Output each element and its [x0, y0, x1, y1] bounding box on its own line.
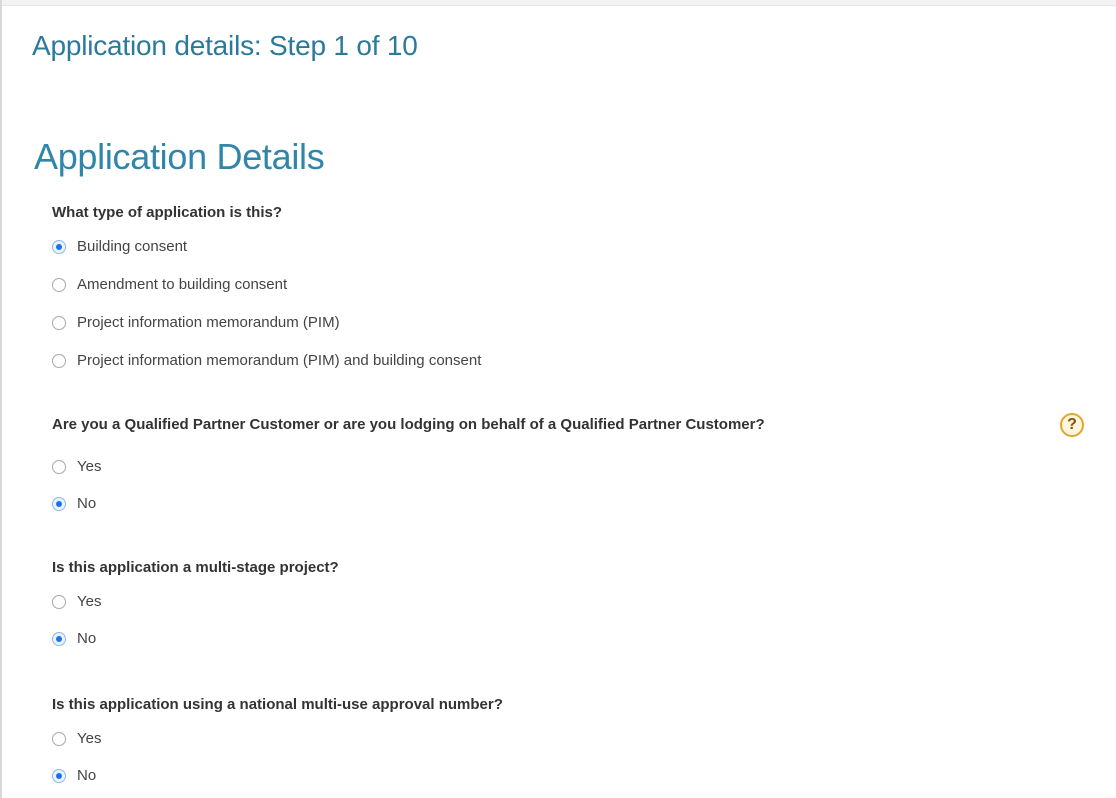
radio-icon[interactable]	[52, 277, 66, 292]
option-label: No	[77, 495, 97, 512]
option-label: No	[77, 630, 97, 647]
radio-icon[interactable]	[52, 239, 66, 254]
help-question-icon[interactable]: ?	[1060, 413, 1084, 437]
option-multi-stage-no[interactable]: No	[52, 630, 96, 647]
option-pim-and-building-consent[interactable]: Project information memorandum (PIM) and…	[52, 352, 481, 369]
option-building-consent[interactable]: Building consent	[52, 238, 187, 255]
left-border	[0, 0, 2, 798]
question-national-multi-use-approval: Is this application using a national mul…	[52, 696, 503, 713]
option-label: No	[77, 767, 97, 784]
question-application-type: What type of application is this?	[52, 204, 283, 221]
option-qualified-partner-yes[interactable]: Yes	[52, 458, 101, 475]
option-label: Yes	[77, 730, 102, 747]
option-label: Project information memorandum (PIM) and…	[77, 352, 482, 369]
option-national-multi-use-yes[interactable]: Yes	[52, 730, 101, 747]
option-label: Yes	[77, 593, 102, 610]
radio-icon[interactable]	[52, 496, 66, 511]
question-qualified-partner: Are you a Qualified Partner Customer or …	[52, 416, 765, 433]
radio-icon[interactable]	[52, 353, 66, 368]
option-pim[interactable]: Project information memorandum (PIM)	[52, 314, 340, 331]
radio-icon[interactable]	[52, 594, 66, 609]
radio-icon[interactable]	[52, 315, 66, 330]
radio-icon[interactable]	[52, 631, 66, 646]
radio-icon[interactable]	[52, 459, 66, 474]
option-multi-stage-yes[interactable]: Yes	[52, 593, 101, 610]
radio-icon[interactable]	[52, 768, 66, 783]
question-multi-stage-project: Is this application a multi-stage projec…	[52, 559, 339, 576]
option-label: Amendment to building consent	[77, 276, 288, 293]
option-label: Building consent	[77, 238, 188, 255]
option-national-multi-use-no[interactable]: No	[52, 767, 96, 784]
option-label: Yes	[77, 458, 102, 475]
top-border	[0, 0, 1116, 6]
section-title: Application Details	[34, 136, 325, 177]
step-title: Application details: Step 1 of 10	[32, 30, 418, 61]
option-amendment-to-building-consent[interactable]: Amendment to building consent	[52, 276, 287, 293]
option-label: Project information memorandum (PIM)	[77, 314, 340, 331]
option-qualified-partner-no[interactable]: No	[52, 495, 96, 512]
radio-icon[interactable]	[52, 731, 66, 746]
